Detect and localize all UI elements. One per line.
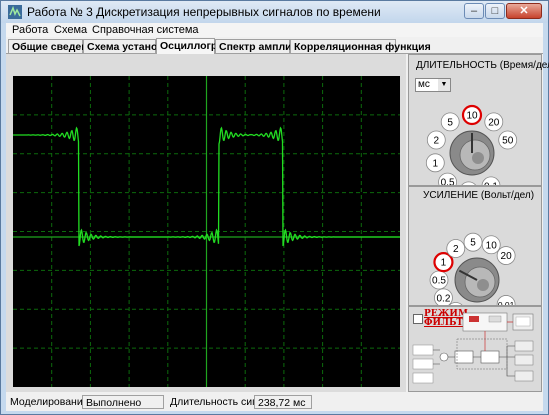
- menu-help[interactable]: Справочная система: [92, 23, 199, 37]
- gain-option-label: 0.2: [436, 293, 450, 304]
- status-bar: Моделирование: Выполнено Длительность си…: [6, 393, 543, 411]
- app-window: Работа № 3 Дискретизация непрерывных сиг…: [0, 0, 549, 415]
- oscilloscope-frame: [6, 54, 406, 392]
- client-area: Работа Схема Справочная система Общие св…: [6, 23, 549, 411]
- close-button[interactable]: ✕: [506, 3, 542, 19]
- duration-option-label: 50: [502, 136, 514, 147]
- gain-option-label: 20: [501, 251, 513, 262]
- duration-panel: ДЛИТЕЛЬНОСТЬ (Время/дел) мс ▼ 0.10.20.51…: [408, 54, 549, 186]
- signal-duration-value: 238,72 мс: [254, 395, 312, 409]
- gain-knob-center: [477, 279, 489, 291]
- mode-label: Моделирование:: [10, 396, 92, 408]
- duration-option-label: 0.5: [441, 178, 455, 185]
- tab-oscilloscope[interactable]: Осциллограф: [156, 38, 232, 54]
- duration-option-label: 20: [488, 117, 500, 128]
- duration-knob[interactable]: 0.10.20.5125102050: [409, 55, 541, 185]
- tab-general[interactable]: Общие сведения: [8, 39, 100, 53]
- gain-option-label: 0.01: [498, 300, 515, 305]
- gain-option-label: 10: [486, 240, 498, 251]
- filter-panel: РЕЖИМ ФИЛЬТРА: [408, 306, 542, 392]
- gain-option-label: 1: [441, 258, 447, 269]
- tab-setup-scheme[interactable]: Схема установки: [83, 39, 176, 53]
- duration-option-label: 5: [447, 117, 453, 128]
- duration-option-label: 1: [433, 158, 439, 169]
- oscilloscope-screen: [13, 76, 400, 387]
- menu-bar: Работа Схема Справочная система: [6, 23, 543, 37]
- gain-knob[interactable]: 0.010.020.050.10.20.51251020: [409, 187, 541, 305]
- mode-value: Выполнено: [82, 395, 164, 409]
- duration-option-marker[interactable]: [460, 181, 478, 185]
- duration-option-label: 10: [466, 111, 478, 122]
- gain-option-label: 2: [453, 244, 459, 255]
- filter-scheme-diagram: [412, 312, 534, 384]
- maximize-button[interactable]: □: [485, 3, 505, 19]
- window-title: Работа № 3 Дискретизация непрерывных сиг…: [27, 5, 381, 19]
- tab-amplitude-spectrum[interactable]: Спектр амплитуд: [215, 39, 309, 53]
- tab-correlation-function[interactable]: Корреляционная функция: [290, 39, 431, 53]
- gain-option-label: 5: [470, 238, 476, 249]
- gain-option-label: 0.5: [432, 276, 446, 287]
- tab-strip: Общие сведения Схема установки Осциллогр…: [6, 38, 543, 54]
- app-icon: [8, 5, 22, 19]
- duration-option-label: 2: [434, 136, 440, 147]
- minimize-button[interactable]: –: [464, 3, 484, 19]
- menu-scheme[interactable]: Схема: [54, 23, 87, 37]
- menu-work[interactable]: Работа: [12, 23, 48, 37]
- title-bar: Работа № 3 Дискретизация непрерывных сиг…: [1, 1, 548, 23]
- duration-option-label: 0.1: [484, 181, 498, 185]
- gain-panel: УСИЛЕНИЕ (Вольт/дел) 0.010.020.050.10.20…: [408, 186, 542, 306]
- duration-knob-center: [472, 152, 484, 164]
